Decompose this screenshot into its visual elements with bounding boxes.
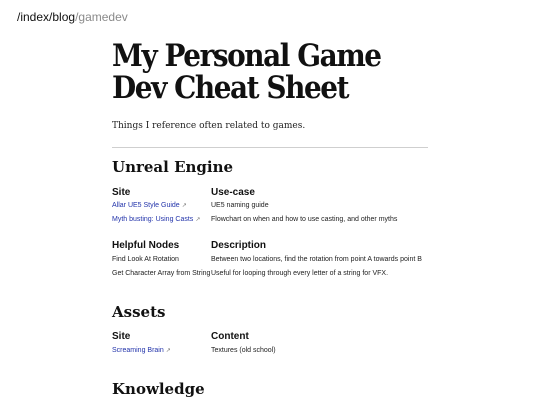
- external-link-icon: ↗: [181, 203, 187, 209]
- table-header-description: Description: [211, 240, 267, 251]
- table-cell-content: Textures (old school): [211, 347, 276, 354]
- table-header-site: Site: [112, 331, 131, 342]
- breadcrumb-index-link[interactable]: /index: [17, 10, 49, 24]
- page-title: My Personal Game Dev Cheat Sheet: [112, 40, 400, 104]
- table-header-use-case: Use-case: [211, 187, 255, 198]
- table-row: Screaming Brain ↗: [112, 347, 171, 354]
- section-heading-knowledge: Knowledge: [112, 380, 205, 398]
- external-link-icon: ↗: [165, 348, 171, 354]
- site-link-myth-busting-casts[interactable]: Myth busting: Using Casts: [112, 216, 193, 223]
- table-header-site: Site: [112, 187, 131, 198]
- table-cell-node-name: Find Look At Rotation: [112, 256, 179, 263]
- table-row: Myth busting: Using Casts ↗: [112, 216, 200, 223]
- page-title-line-2: Dev Cheat Sheet: [112, 70, 349, 106]
- breadcrumb: /index/blog/gamedev: [17, 10, 128, 24]
- table-cell-node-description: Between two locations, find the rotation…: [211, 256, 422, 263]
- site-link-screaming-brain[interactable]: Screaming Brain: [112, 347, 164, 354]
- table-header-content: Content: [211, 331, 249, 342]
- table-cell-node-name: Get Character Array from String: [112, 270, 211, 277]
- page-title-line-1: My Personal Game: [112, 38, 382, 74]
- section-heading-unreal-engine: Unreal Engine: [112, 158, 234, 176]
- external-link-icon: ↗: [195, 217, 201, 223]
- title-divider: [112, 147, 428, 148]
- section-heading-assets: Assets: [112, 303, 166, 321]
- site-link-allar-style-guide[interactable]: Allar UE5 Style Guide: [112, 202, 180, 209]
- breadcrumb-current: /gamedev: [75, 10, 128, 24]
- table-row: Allar UE5 Style Guide ↗: [112, 202, 187, 209]
- table-cell-use-case: UE5 naming guide: [211, 202, 269, 209]
- page-subtitle: Things I reference often related to game…: [112, 121, 306, 131]
- table-header-helpful-nodes: Helpful Nodes: [112, 240, 180, 251]
- table-cell-use-case: Flowchart on when and how to use casting…: [211, 216, 398, 223]
- table-cell-node-description: Useful for looping through every letter …: [211, 270, 389, 277]
- breadcrumb-blog-link[interactable]: /blog: [49, 10, 75, 24]
